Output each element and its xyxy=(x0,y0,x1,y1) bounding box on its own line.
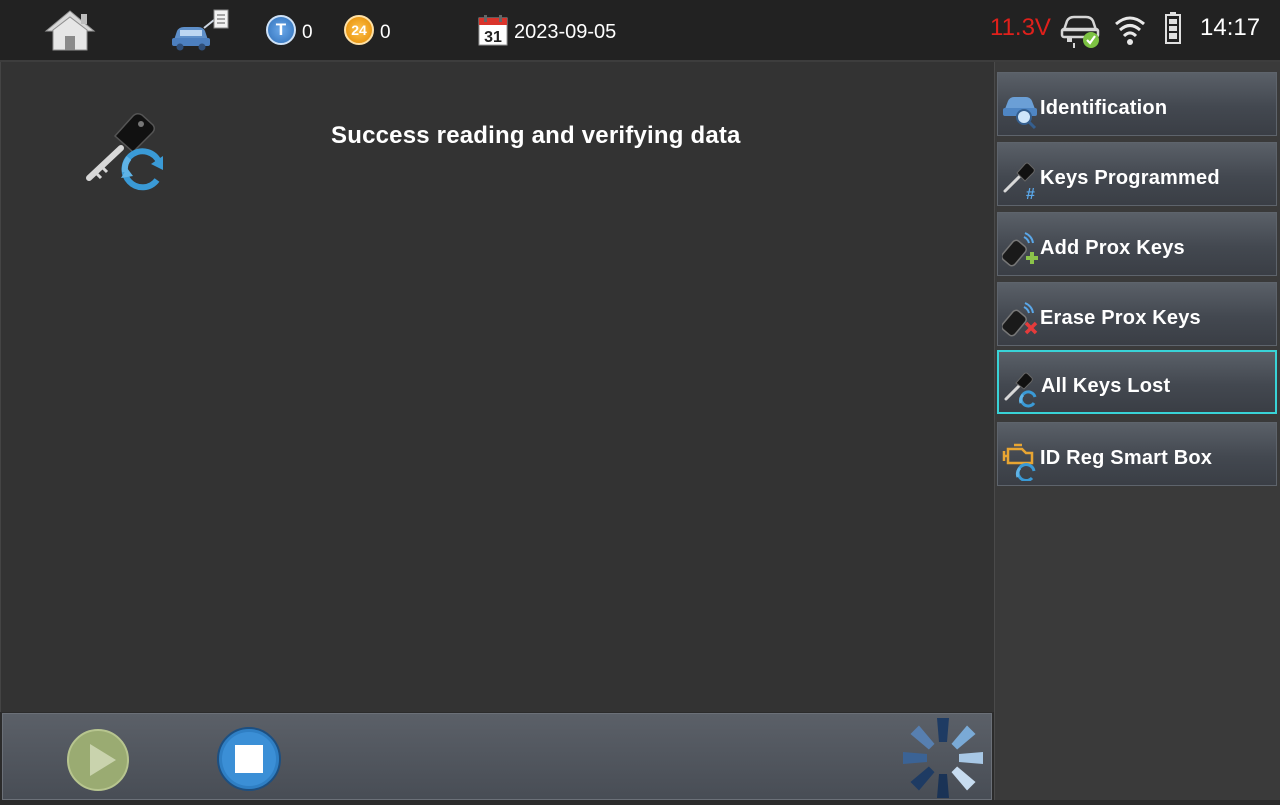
loading-wheel-icon xyxy=(903,718,983,798)
menu-item-add-prox-keys[interactable]: Add Prox Keys xyxy=(997,212,1277,276)
wifi-icon xyxy=(1115,16,1145,45)
calendar-icon: 31 xyxy=(478,15,508,46)
key-hash-icon: # xyxy=(1003,162,1035,201)
prox-key-add-icon xyxy=(1002,232,1038,267)
menu-item-label: ID Reg Smart Box xyxy=(1040,446,1213,469)
menu-item-label: All Keys Lost xyxy=(1041,374,1171,397)
key-refresh-icon xyxy=(86,112,163,191)
stop-button[interactable] xyxy=(216,726,282,792)
menu-item-id-reg-smart-box[interactable]: ID Reg Smart Box xyxy=(997,422,1277,486)
menu-item-all-keys-lost[interactable]: All Keys Lost xyxy=(997,350,1277,414)
battery-indicator xyxy=(1164,12,1182,44)
status-bar: T 0 24 0 31 2023-09-05 11.3V 14:17 xyxy=(0,0,1280,62)
menu-item-label: Erase Prox Keys xyxy=(1040,306,1201,329)
vehicle-info-button[interactable] xyxy=(168,8,232,52)
car-document-icon xyxy=(172,9,229,51)
car-search-icon xyxy=(1003,97,1037,130)
loading-wheel xyxy=(901,716,985,800)
function-menu: Identification # Keys Programmed Add Pro… xyxy=(994,62,1280,800)
home-icon xyxy=(44,10,96,51)
menu-item-label: Keys Programmed xyxy=(1040,166,1220,189)
play-icon xyxy=(67,729,129,791)
svg-text:#: # xyxy=(1026,186,1035,201)
home-button[interactable] xyxy=(40,6,100,54)
key-refresh-icon xyxy=(1004,372,1037,408)
status-message: Success reading and verifying data xyxy=(331,122,741,149)
main-panel: Success reading and verifying data xyxy=(0,62,994,712)
menu-item-keys-programmed[interactable]: # Keys Programmed xyxy=(997,142,1277,206)
car-connected-icon xyxy=(1060,15,1100,48)
engine-refresh-icon xyxy=(1002,443,1036,481)
clock: 14:17 xyxy=(1200,14,1261,41)
key-refresh-large xyxy=(81,110,171,194)
date-value: 2023-09-05 xyxy=(514,20,617,43)
vci-connected-indicator xyxy=(1060,10,1102,50)
bottom-toolbar xyxy=(2,713,992,800)
c24-count-value: 0 xyxy=(380,22,391,43)
t-counter: T 0 xyxy=(266,12,313,48)
battery-voltage: 11.3V xyxy=(990,14,1051,41)
24-badge-icon: 24 xyxy=(344,15,374,45)
c24-counter: 24 0 xyxy=(344,12,391,48)
prox-key-erase-icon xyxy=(1002,302,1038,337)
menu-item-label: Add Prox Keys xyxy=(1040,236,1185,259)
menu-item-identification[interactable]: Identification xyxy=(997,72,1277,136)
wifi-indicator xyxy=(1114,12,1146,46)
play-button[interactable] xyxy=(66,728,130,792)
stop-icon xyxy=(217,727,281,791)
battery-icon xyxy=(1165,12,1181,44)
calendar-day: 31 xyxy=(484,29,502,46)
menu-item-label: Identification xyxy=(1040,96,1168,119)
t-count-value: 0 xyxy=(302,22,313,43)
menu-item-erase-prox-keys[interactable]: Erase Prox Keys xyxy=(997,282,1277,346)
t-badge-icon: T xyxy=(266,15,296,45)
date-display: 31 2023-09-05 xyxy=(478,12,616,48)
